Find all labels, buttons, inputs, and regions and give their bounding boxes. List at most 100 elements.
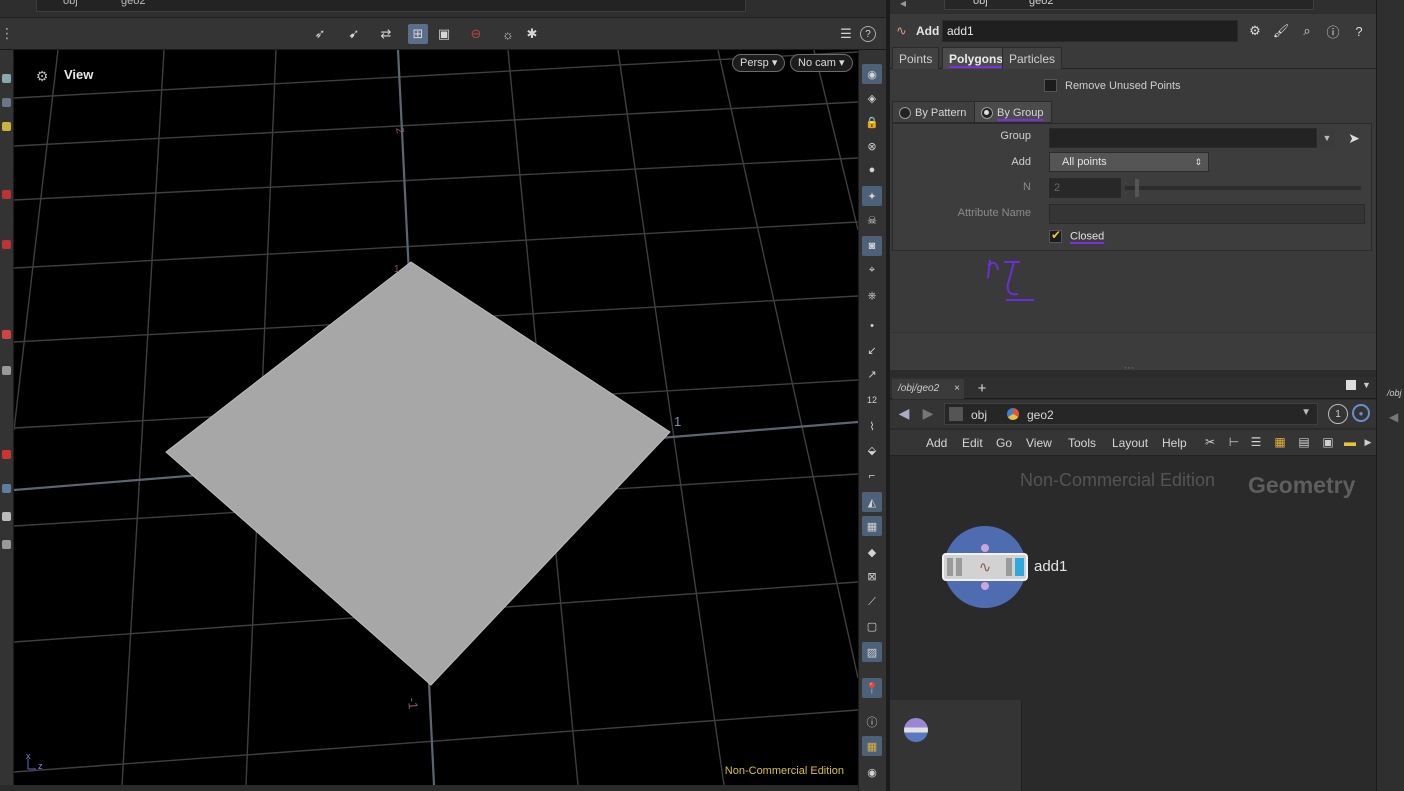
vector-icon[interactable]: ↗ <box>862 364 882 384</box>
camera-icon[interactable]: ◙ <box>862 236 882 256</box>
3d-viewport[interactable]: 2 1 1 -1 ⚙ View Persp ▾ No cam ▾ Non-Com… <box>14 50 858 785</box>
n-slider-handle[interactable] <box>1135 179 1139 197</box>
camera-tool-icon[interactable] <box>2 540 11 549</box>
back-arrow-icon[interactable]: ◂ <box>900 0 906 10</box>
network-path-field[interactable]: obj geo2 ▼ <box>944 403 1318 425</box>
resize-grip-icon[interactable]: ⋯ <box>1124 363 1134 374</box>
chevron-down-icon[interactable]: ▼ <box>1301 407 1311 418</box>
select-arrow-icon[interactable]: ➤ <box>1345 128 1363 148</box>
image-icon[interactable]: ▨ <box>862 642 882 662</box>
search-icon[interactable]: ⌕ <box>1298 22 1316 40</box>
paint-tool-icon[interactable] <box>2 240 11 249</box>
group-field[interactable] <box>1049 128 1317 148</box>
link-icon[interactable]: ● <box>1352 404 1370 422</box>
add1-node[interactable]: ∿ <box>942 553 1028 581</box>
path-crumb-obj[interactable]: obj <box>971 408 987 422</box>
transform-handle-icon[interactable]: ⇄ <box>376 24 396 44</box>
orbit-icon[interactable]: ⊗ <box>862 136 882 156</box>
help-icon[interactable]: ? <box>860 26 876 42</box>
info-icon[interactable]: ⓘ <box>1324 22 1342 40</box>
node-input-dot[interactable] <box>981 544 989 552</box>
menu-go[interactable]: Go <box>996 436 1012 450</box>
pose-tool-icon[interactable] <box>2 122 11 131</box>
pin-icon[interactable]: 📍 <box>862 678 882 698</box>
add-mode-select[interactable]: All points ⇕ <box>1049 152 1209 172</box>
back-arrow-icon[interactable]: ◀ <box>896 405 912 421</box>
gear-icon[interactable]: ⚙ <box>1246 22 1264 40</box>
move-tool-icon[interactable] <box>2 98 11 107</box>
tab-by-pattern[interactable]: By Pattern <box>892 101 976 123</box>
node-display-flag[interactable] <box>1015 558 1024 576</box>
path-crumb-obj[interactable]: obj <box>973 0 988 7</box>
details-icon[interactable]: ▤ <box>1296 434 1312 450</box>
network-box-icon[interactable]: ▣ <box>1320 434 1336 450</box>
eye-icon[interactable]: ◉ <box>862 762 882 782</box>
brush-tool-icon[interactable] <box>2 190 11 199</box>
menu-edit[interactable]: Edit <box>962 436 983 450</box>
magnet-tool-icon[interactable] <box>2 450 11 459</box>
closed-row[interactable]: Closed <box>1049 228 1104 243</box>
normal-icon[interactable]: ↙ <box>862 340 882 360</box>
tab-polygons[interactable]: Polygons <box>942 47 1011 69</box>
display-options-icon[interactable]: ⊞ <box>408 24 428 44</box>
camera-alt-icon[interactable]: ⌖ <box>862 260 882 280</box>
grid-plane[interactable] <box>165 261 671 686</box>
camera-rig-icon[interactable]: ⎈ <box>862 286 882 306</box>
back-arrow-icon[interactable]: ◀ <box>1389 410 1398 424</box>
corner-icon[interactable]: ⌐ <box>862 466 882 486</box>
node-template-flag[interactable] <box>1006 558 1012 576</box>
measure-tool-icon[interactable] <box>2 366 11 375</box>
node-lock-flag[interactable] <box>956 558 962 576</box>
node-name-field[interactable]: add1 <box>942 20 1238 42</box>
no-entry-icon[interactable]: ⊖ <box>466 24 486 44</box>
palette-grid-icon[interactable]: ▦ <box>1272 434 1288 450</box>
node-output-dot[interactable] <box>981 582 989 590</box>
viewport-path-bar[interactable]: obj geo2 <box>36 0 746 12</box>
grid-layout-icon[interactable]: ▦ <box>862 736 882 756</box>
menu-view[interactable]: View <box>1026 436 1052 450</box>
overflow-arrow-icon[interactable]: ▶ <box>1362 434 1374 450</box>
point-icon[interactable]: • <box>862 316 882 336</box>
info-icon[interactable]: ⓘ <box>862 712 882 732</box>
network-editor[interactable]: Non-Commercial Edition Geometry ∿ add1 <box>890 456 1376 791</box>
view-tool-icon[interactable] <box>2 512 11 521</box>
menu-tools[interactable]: Tools <box>1068 436 1096 450</box>
list-icon[interactable]: ☰ <box>1248 434 1264 450</box>
plane-icon[interactable]: ◭ <box>862 492 882 512</box>
tab-by-group[interactable]: By Group <box>974 101 1053 123</box>
add-tab-icon[interactable]: + <box>974 379 990 397</box>
tab-particles[interactable]: Particles <box>1002 47 1063 69</box>
help-icon[interactable]: ? <box>1350 22 1368 40</box>
closed-checkbox[interactable] <box>1049 228 1062 243</box>
tree-icon[interactable]: ⊢ <box>1226 434 1242 450</box>
chevron-down-icon[interactable]: ▼ <box>1362 380 1371 390</box>
tab-points[interactable]: Points <box>892 47 940 69</box>
param-path-bar[interactable]: obj geo2 <box>944 0 1314 10</box>
render-region-icon[interactable]: ✱ <box>522 24 542 44</box>
network-overview[interactable] <box>890 700 1022 791</box>
snapshot-icon[interactable]: ▣ <box>434 24 454 44</box>
uv-icon[interactable]: ⊠ <box>862 566 882 586</box>
lock-icon[interactable]: 🔒 <box>862 112 882 132</box>
frame-icon[interactable]: ▢ <box>862 616 882 636</box>
checker-icon[interactable]: ▦ <box>862 516 882 536</box>
lights-icon[interactable]: ☼ <box>498 24 518 44</box>
path-crumb-geo2[interactable]: geo2 <box>121 0 145 7</box>
path-crumb-obj[interactable]: obj <box>63 0 78 7</box>
forward-arrow-icon[interactable]: ▶ <box>920 405 936 421</box>
menu-add[interactable]: Add <box>926 436 947 450</box>
skull-icon[interactable]: ☠ <box>862 210 882 230</box>
overview-node-icon[interactable] <box>904 718 928 742</box>
ghost-icon[interactable]: ◈ <box>862 88 882 108</box>
remove-unused-checkbox[interactable] <box>1044 79 1057 93</box>
camera-menu-button[interactable]: No cam ▾ <box>790 54 853 72</box>
display-mode-icon[interactable]: ◉ <box>862 64 882 84</box>
layers-icon[interactable]: ◆ <box>862 542 882 562</box>
pane-menu-icon[interactable] <box>1346 380 1356 390</box>
group-dropdown-icon[interactable]: ▼ <box>1319 128 1335 148</box>
pick-icon[interactable]: ⟋ <box>862 592 882 612</box>
select-mode-alt-icon[interactable]: ➹ <box>344 24 364 44</box>
n-slider[interactable] <box>1125 186 1361 190</box>
n-field[interactable]: 2 <box>1049 178 1121 198</box>
lightbulb-icon[interactable]: ✦ <box>862 186 882 206</box>
